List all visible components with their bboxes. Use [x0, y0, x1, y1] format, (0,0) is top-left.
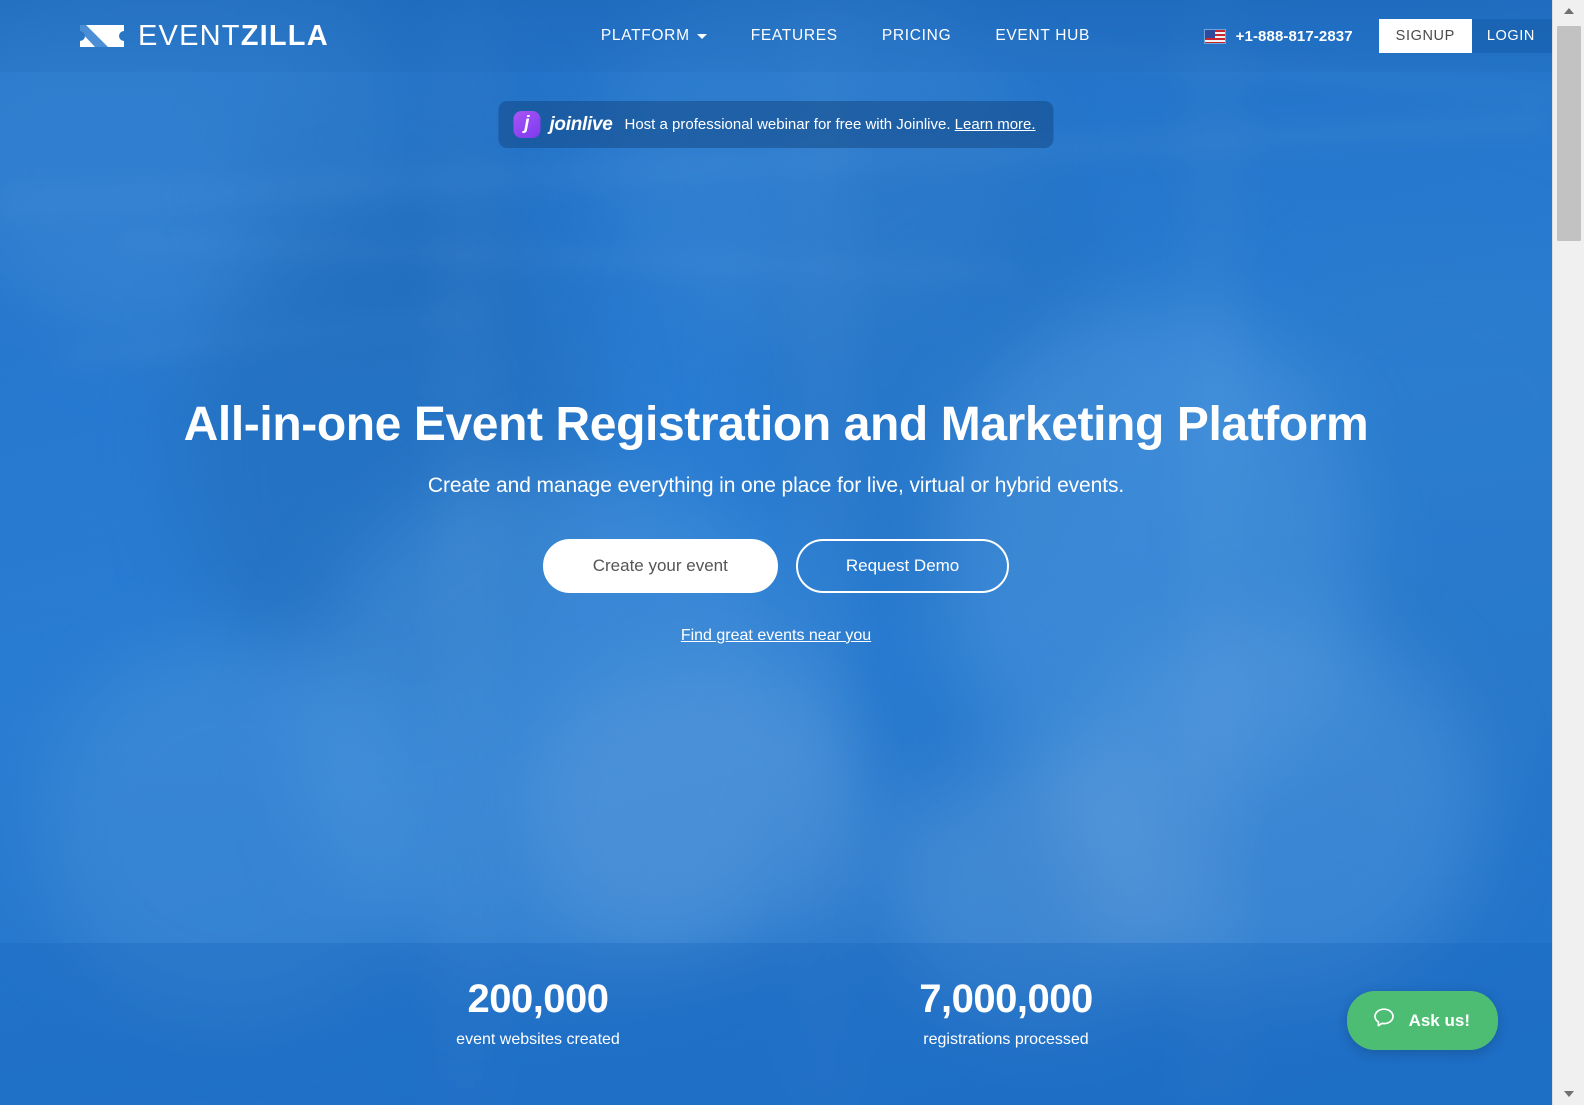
stat-label: event websites created	[456, 1031, 620, 1048]
nav-item-platform[interactable]: PLATFORM	[601, 27, 707, 45]
nav-item-event-hub-label: EVENT HUB	[995, 27, 1091, 44]
joinlive-promo-banner[interactable]: j joinlive Host a professional webinar f…	[498, 101, 1054, 148]
scroll-up-arrow-icon[interactable]	[1553, 0, 1584, 22]
page-canvas: EVENTZILLA PLATFORM FEATURES PRICING EVE…	[0, 0, 1552, 1105]
brand-logo[interactable]: EVENTZILLA	[78, 21, 329, 51]
phone-number-link[interactable]: +1-888-817-2837	[1236, 28, 1353, 45]
stats-band: 200,000 event websites created 7,000,000…	[0, 943, 1552, 1105]
stat-number: 200,000	[467, 977, 609, 1021]
nav-item-features-label: FEATURES	[750, 27, 838, 44]
nav-right-cluster: +1-888-817-2837 SIGNUP LOGIN	[1203, 0, 1552, 72]
brand-wordmark: EVENTZILLA	[138, 19, 329, 52]
stat-item-websites: 200,000 event websites created	[268, 977, 808, 1049]
stat-item-registrations: 7,000,000 registrations processed	[736, 977, 1276, 1049]
chevron-down-icon	[696, 33, 707, 39]
chat-bubble-icon	[1371, 1005, 1397, 1036]
nav-item-features[interactable]: FEATURES	[751, 27, 838, 45]
promo-message: Host a professional webinar for free wit…	[625, 116, 1036, 133]
nav-item-event-hub[interactable]: EVENT HUB	[995, 27, 1090, 45]
hero-section: All-in-one Event Registration and Market…	[0, 398, 1552, 645]
page-scrollbar[interactable]	[1552, 0, 1584, 1105]
joinlive-wordmark: joinlive	[549, 114, 613, 135]
nav-item-platform-label: PLATFORM	[600, 27, 690, 44]
browser-viewport: EVENTZILLA PLATFORM FEATURES PRICING EVE…	[0, 0, 1584, 1105]
request-demo-button[interactable]: Request Demo	[795, 538, 1010, 593]
create-your-event-button[interactable]: Create your event	[542, 538, 778, 593]
login-button[interactable]: LOGIN	[1471, 19, 1552, 53]
nav-item-pricing[interactable]: PRICING	[882, 27, 952, 45]
promo-message-text: Host a professional webinar for free wit…	[624, 116, 951, 133]
ticket-icon	[78, 21, 126, 51]
find-events-link[interactable]: Find great events near you	[681, 627, 871, 645]
joinlive-logo: j joinlive	[513, 111, 613, 138]
us-flag-icon	[1203, 28, 1226, 44]
chat-label: Ask us!	[1408, 1010, 1470, 1030]
nav-item-pricing-label: PRICING	[881, 27, 952, 44]
brand-name-bold: ZILLA	[240, 19, 329, 52]
stat-number: 7,000,000	[919, 977, 1093, 1021]
hero-cta-group: Create your event Request Demo	[0, 538, 1552, 593]
joinlive-badge-icon: j	[513, 111, 541, 138]
ask-us-chat-button[interactable]: Ask us!	[1346, 991, 1498, 1050]
promo-learn-more-link[interactable]: Learn more.	[955, 116, 1036, 133]
primary-nav-links: PLATFORM FEATURES PRICING EVENT HUB	[601, 27, 1090, 45]
scroll-down-arrow-icon[interactable]	[1553, 1083, 1584, 1105]
signup-button[interactable]: SIGNUP	[1378, 19, 1472, 53]
hero-subtitle: Create and manage everything in one plac…	[427, 473, 1125, 497]
top-navigation-bar: EVENTZILLA PLATFORM FEATURES PRICING EVE…	[0, 0, 1552, 72]
stat-label: registrations processed	[923, 1031, 1089, 1048]
scrollbar-thumb[interactable]	[1557, 26, 1581, 241]
hero-title: All-in-one Event Registration and Market…	[183, 398, 1369, 451]
brand-name-light: EVENT	[138, 19, 241, 52]
